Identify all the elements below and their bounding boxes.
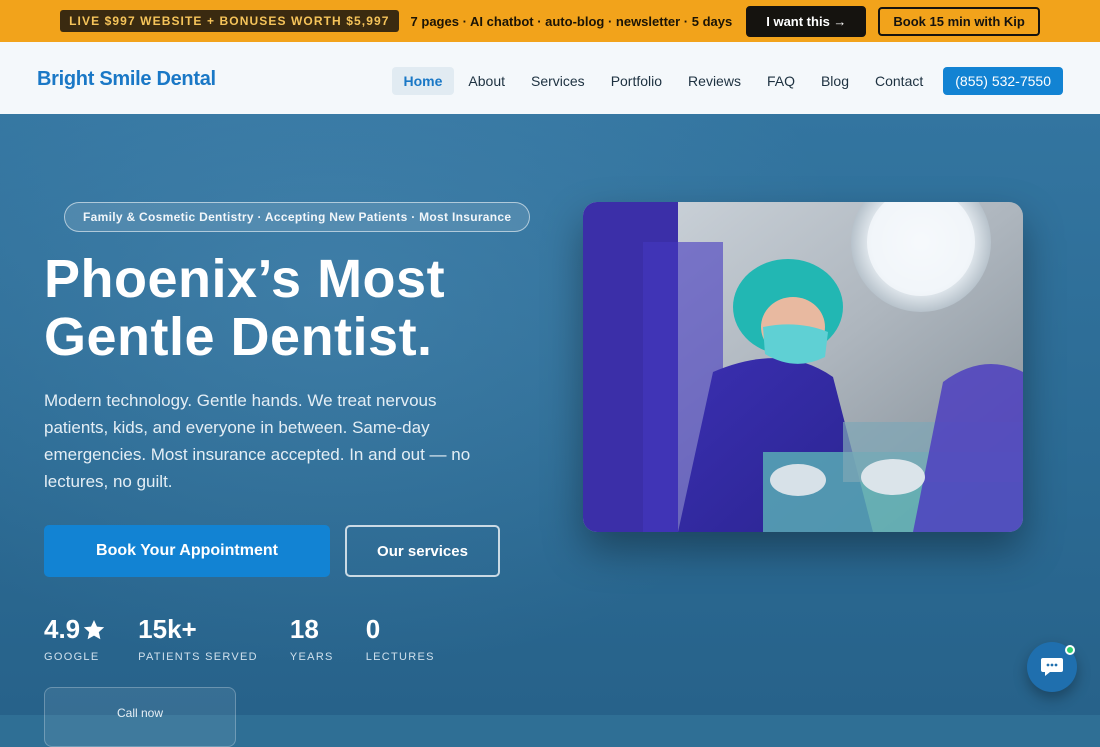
stat-label: YEARS xyxy=(289,651,334,663)
stat-label: PATIENTS SERVED xyxy=(138,651,258,663)
call-now-label: Call now xyxy=(116,706,164,720)
promo-bar: LIVE $997 WEBSITE + BONUSES WORTH $5,997… xyxy=(0,0,1100,42)
nav-link-about[interactable]: About xyxy=(456,67,517,95)
stat-value: 0 xyxy=(365,614,381,644)
hero-stats: 4.9 GOOGLE 15k+ PATIENTS SERVED 18 YEARS… xyxy=(44,614,467,663)
star-icon xyxy=(83,619,105,639)
nav-link-contact[interactable]: Contact xyxy=(863,67,935,95)
our-services-button[interactable]: Our services xyxy=(345,525,500,577)
stat-years: 18 YEARS xyxy=(290,614,334,663)
hero-headline: Phoenix’s Most Gentle Dentist. xyxy=(44,249,446,367)
main-nav: Bright Smile Dental Home About Services … xyxy=(0,42,1100,114)
nav-link-home[interactable]: Home xyxy=(391,67,455,95)
promo-cta-button[interactable]: I want this → xyxy=(746,5,867,37)
nav-link-blog[interactable]: Blog xyxy=(809,67,861,95)
dentist-surgery-photo xyxy=(583,202,1023,532)
phone-button[interactable]: (855) 532-7550 xyxy=(943,67,1063,95)
call-now-card[interactable]: Call now xyxy=(44,687,236,747)
online-status-dot xyxy=(1065,645,1075,655)
hero-subcopy: Modern technology. Gentle hands. We trea… xyxy=(44,391,471,491)
stat-label: GOOGLE xyxy=(44,651,100,663)
nav-link-faq[interactable]: FAQ xyxy=(755,67,807,95)
stat-rating: 4.9 GOOGLE xyxy=(44,614,106,663)
stat-value: 15k+ xyxy=(138,614,197,644)
book-appointment-button[interactable]: Book Your Appointment xyxy=(44,525,330,577)
stat-value: 4.9 xyxy=(44,614,81,644)
stat-value: 18 xyxy=(289,614,319,644)
nav-link-reviews[interactable]: Reviews xyxy=(676,67,753,95)
promo-badge: LIVE $997 WEBSITE + BONUSES WORTH $5,997 xyxy=(60,10,399,32)
stat-patients: 15k+ PATIENTS SERVED xyxy=(138,614,258,663)
nav-link-services[interactable]: Services xyxy=(519,67,597,95)
stat-label: LECTURES xyxy=(365,651,435,663)
nav-links: Home About Services Portfolio Reviews FA… xyxy=(390,67,1063,95)
hero-pill: Family & Cosmetic Dentistry · Accepting … xyxy=(64,202,531,232)
stat-lectures: 0 LECTURES xyxy=(366,614,435,663)
book-call-button[interactable]: Book 15 min with Kip xyxy=(878,6,1040,36)
promo-text: 7 pages · AI chatbot · auto-blog · newsl… xyxy=(410,13,733,29)
nav-link-portfolio[interactable]: Portfolio xyxy=(599,67,674,95)
hero-photo xyxy=(583,202,1023,532)
chat-bubble-icon xyxy=(1041,658,1063,676)
logo[interactable]: Bright Smile Dental xyxy=(37,68,216,91)
